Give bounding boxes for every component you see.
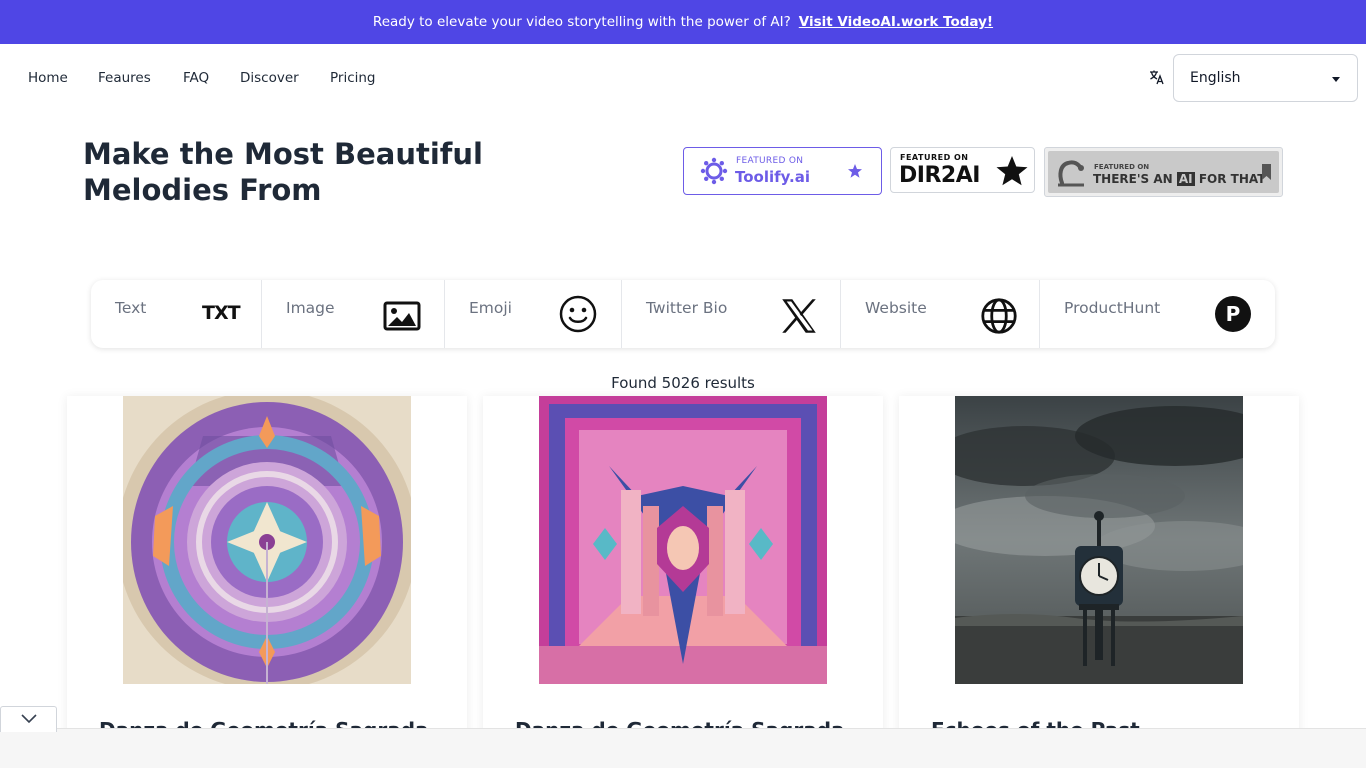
toolify-name: Toolify.ai [735, 168, 811, 186]
taaft-featured-label: FEATURED ON [1094, 163, 1150, 171]
page-title: Make the Most Beautiful Melodies From [83, 137, 483, 207]
star-icon [996, 156, 1028, 186]
tab-text[interactable]: Text TXT [91, 280, 262, 348]
language-select-value: English [1190, 70, 1241, 86]
collapse-button[interactable] [0, 706, 57, 732]
card-image-clock-storm[interactable] [955, 396, 1243, 684]
result-card[interactable]: Echoes of the Past [899, 396, 1299, 768]
tab-producthunt[interactable]: ProductHunt P [1040, 280, 1275, 348]
globe-icon [981, 298, 1017, 334]
nav-faq[interactable]: FAQ [183, 70, 209, 86]
results-count: Found 5026 results [611, 374, 755, 392]
nav-home[interactable]: Home [28, 70, 68, 86]
image-icon [383, 301, 421, 331]
tab-image-label: Image [286, 299, 335, 317]
promo-banner-link[interactable]: Visit VideoAI.work Today! [799, 14, 993, 30]
x-logo-icon [782, 299, 816, 333]
tab-producthunt-label: ProductHunt [1064, 299, 1161, 317]
toolify-badge[interactable]: FEATURED ON Toolify.ai [683, 147, 882, 195]
star-icon [848, 164, 862, 178]
nav-pricing[interactable]: Pricing [330, 70, 376, 86]
card-image-sacred-geometry[interactable] [539, 396, 827, 684]
taaft-name: THERE'S AN AI FOR THAT [1093, 172, 1266, 186]
tab-text-label: Text [115, 299, 147, 317]
chevron-down-icon [1332, 77, 1340, 82]
result-card[interactable]: Danza de Geometría Sagrada [483, 396, 883, 768]
smiley-icon [559, 295, 597, 333]
tab-twitter-bio[interactable]: Twitter Bio [622, 280, 841, 348]
result-card[interactable]: Danza de Geometría Sagrada [67, 396, 467, 768]
tab-emoji[interactable]: Emoji [445, 280, 622, 348]
tab-website[interactable]: Website [841, 280, 1040, 348]
tab-emoji-label: Emoji [469, 299, 512, 317]
promo-banner: Ready to elevate your video storytelling… [0, 0, 1366, 44]
bookmark-icon [1262, 164, 1271, 180]
tab-image[interactable]: Image [262, 280, 445, 348]
dir2ai-name: DIR2AI [899, 163, 980, 188]
nav-features[interactable]: Feaures [98, 70, 151, 86]
bottom-panel [0, 728, 1366, 768]
dir2ai-badge[interactable]: FEATURED ON DIR2AI [890, 147, 1035, 193]
toolify-logo-icon [700, 157, 728, 185]
translate-icon [1148, 69, 1166, 87]
producthunt-icon: P [1215, 296, 1251, 332]
language-select[interactable]: English [1173, 54, 1358, 102]
input-type-tabs: Text TXT Image Emoji Twitter Bio Website [91, 280, 1275, 348]
tab-twitter-bio-label: Twitter Bio [646, 299, 728, 317]
chevron-down-icon [21, 714, 37, 724]
promo-banner-text: Ready to elevate your video storytelling… [372, 14, 791, 30]
txt-icon: TXT [202, 302, 241, 324]
tab-website-label: Website [865, 299, 927, 317]
dir2ai-featured-label: FEATURED ON [900, 153, 969, 162]
card-image-sacred-geometry[interactable] [123, 396, 411, 684]
taaft-badge[interactable]: FEATURED ON THERE'S AN AI FOR THAT [1044, 147, 1283, 197]
nav-discover[interactable]: Discover [240, 70, 299, 86]
toolify-featured-label: FEATURED ON [736, 156, 804, 166]
robot-arm-icon [1058, 160, 1084, 187]
